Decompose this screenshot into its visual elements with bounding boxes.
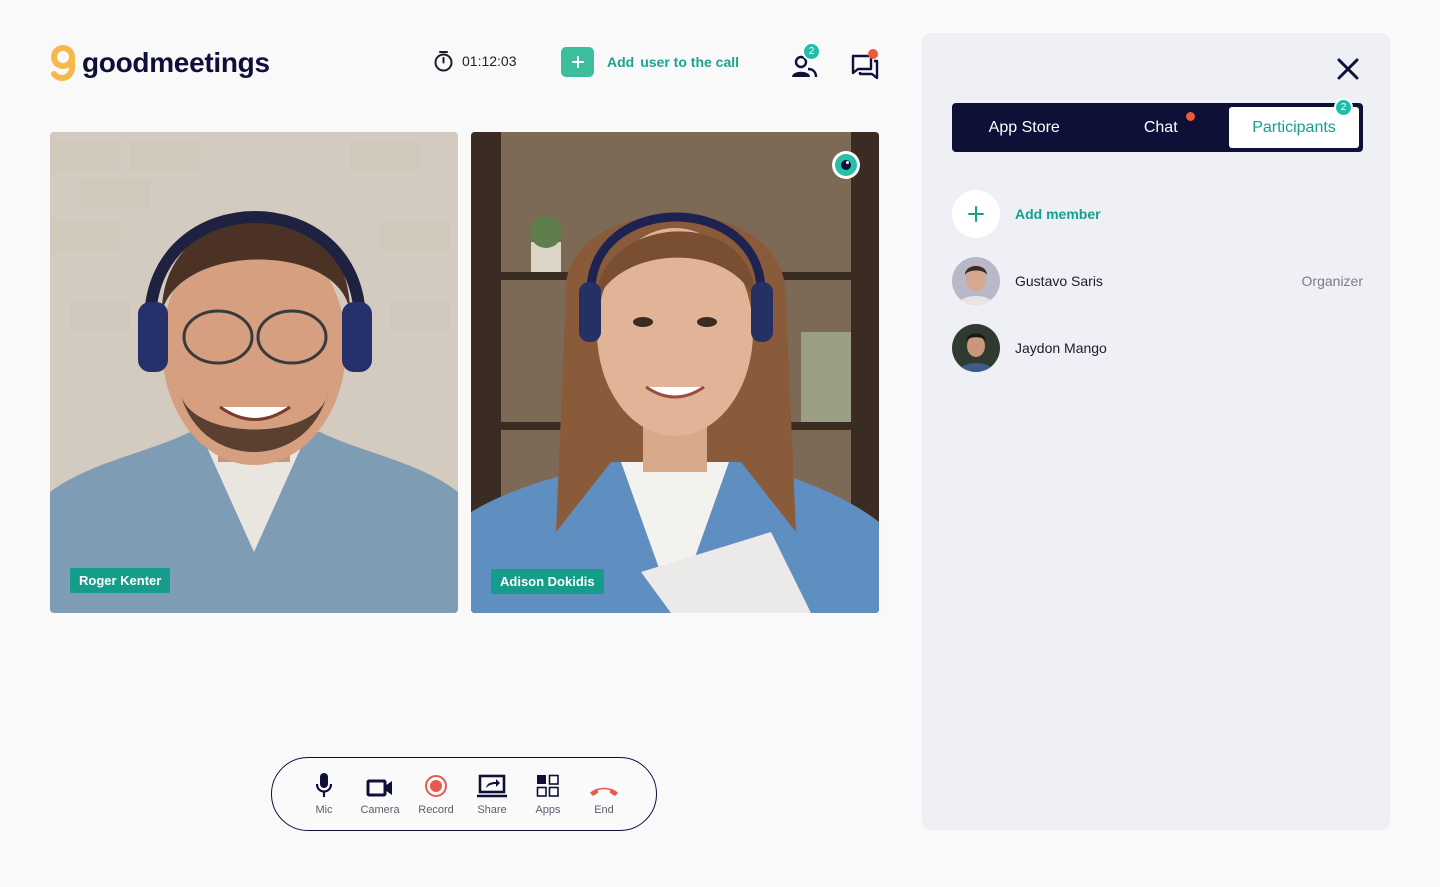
participant-name-tag: Adison Dokidis [491,569,604,594]
participant-name: Jaydon Mango [1015,340,1107,356]
control-label: Record [418,804,454,816]
tab-label: Chat [1143,118,1178,136]
active-speaker-icon [832,151,860,179]
control-label: Share [477,804,507,816]
add-member-button[interactable]: Add member [952,190,1101,238]
close-icon [1337,58,1359,80]
participants-toggle-button[interactable]: 2 [790,42,821,79]
control-label: Camera [360,804,400,816]
participant-row[interactable]: Gustavo Saris Organizer [952,257,1363,305]
record-button[interactable]: Record [408,772,464,816]
close-panel-button[interactable] [1334,55,1362,83]
add-user-label-rest: user to the call [640,54,740,70]
control-label: Mic [315,804,333,816]
side-panel: App Store Chat Participants 2 Add member… [922,33,1390,830]
tab-label: App Store [988,118,1060,136]
participants-count-badge: 2 [1334,98,1353,117]
mic-button[interactable]: Mic [296,772,352,816]
tab-label: Participants [1252,118,1336,136]
add-user-label: Add user to the call [607,54,739,70]
apps-grid-icon [536,774,559,797]
participant-name: Gustavo Saris [1015,273,1103,289]
share-screen-icon [477,774,507,798]
timer-value: 01:12:03 [462,53,517,69]
app-logo[interactable]: goodmeetings [50,44,270,82]
plus-icon [952,190,1000,238]
end-call-button[interactable]: End [576,772,632,816]
participant-video-image [50,132,458,613]
chat-toggle-button[interactable] [851,49,879,80]
participant-name-tag: Roger Kenter [70,568,171,593]
add-user-label-bold: Add [607,54,635,70]
participants-count-badge: 2 [802,42,821,61]
call-timer: 01:12:03 [433,50,517,72]
add-user-to-call-button[interactable]: Add user to the call [561,47,739,77]
logo-text: goodmeetings [82,47,270,78]
tab-app-store[interactable]: App Store [956,107,1093,148]
control-label: End [594,804,614,816]
stopwatch-icon [434,51,453,72]
avatar [952,324,1000,372]
share-screen-button[interactable]: Share [464,772,520,816]
participant-row[interactable]: Jaydon Mango [952,324,1363,372]
tab-chat[interactable]: Chat [1093,107,1230,148]
panel-tabs: App Store Chat Participants 2 [952,98,1363,152]
add-member-label: Add member [1015,206,1101,222]
apps-button[interactable]: Apps [520,772,576,816]
avatar [952,257,1000,305]
control-label: Apps [535,804,561,816]
end-call-icon [590,787,618,796]
video-tile[interactable]: Roger Kenter [50,132,458,613]
camera-button[interactable]: Camera [352,772,408,816]
tab-participants[interactable]: Participants 2 [1229,98,1359,148]
participant-role: Organizer [1301,273,1363,289]
logo-mark-icon [50,44,76,82]
camera-icon [366,779,392,797]
video-tile[interactable]: Adison Dokidis [471,132,879,613]
chat-unread-dot [1186,112,1195,121]
record-icon [425,775,447,797]
plus-icon [561,47,594,77]
chat-unread-dot [868,49,878,59]
call-controls-bar: Mic Camera Record Share Apps End [271,757,657,831]
participant-video-image [471,132,879,613]
mic-icon [315,773,333,797]
